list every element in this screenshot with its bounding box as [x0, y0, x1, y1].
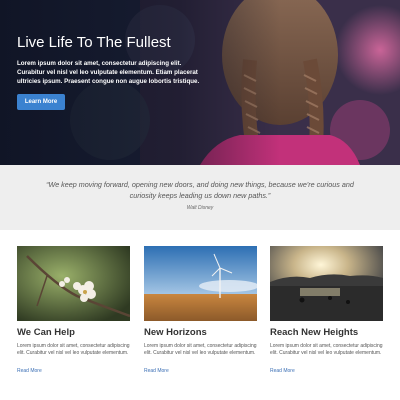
blossom-photo: [17, 246, 131, 321]
read-more-link[interactable]: Read More: [17, 368, 42, 374]
card-we-can-help: We Can Help Lorem ipsum dolor sit amet, …: [17, 246, 131, 374]
card-reach-new-heights: Reach New Heights Lorem ipsum dolor sit …: [270, 246, 384, 374]
quote-author: Walt Disney: [186, 205, 214, 211]
hero-title: Live Life To The Fullest: [17, 34, 171, 51]
lake-sunset-photo: [270, 246, 383, 321]
quote-text: “We keep moving forward, opening new doo…: [46, 180, 354, 200]
hero-banner: Live Life To The Fullest Lorem ipsum dol…: [0, 0, 400, 165]
learn-more-button[interactable]: Learn More: [17, 94, 65, 110]
card-new-horizons: New Horizons Lorem ipsum dolor sit amet,…: [144, 246, 259, 374]
card-title: New Horizons: [144, 327, 207, 338]
read-more-link[interactable]: Read More: [270, 368, 295, 374]
card-title: We Can Help: [17, 327, 75, 338]
hero-description: Lorem ipsum dolor sit amet, consectetur …: [17, 60, 200, 86]
read-more-link[interactable]: Read More: [144, 368, 169, 374]
card-description: Lorem ipsum dolor sit amet, consectetur …: [144, 343, 257, 357]
wind-turbine-photo: [144, 246, 259, 321]
card-description: Lorem ipsum dolor sit amet, consectetur …: [17, 343, 130, 357]
card-description: Lorem ipsum dolor sit amet, consectetur …: [270, 343, 383, 357]
card-title: Reach New Heights: [270, 327, 359, 338]
